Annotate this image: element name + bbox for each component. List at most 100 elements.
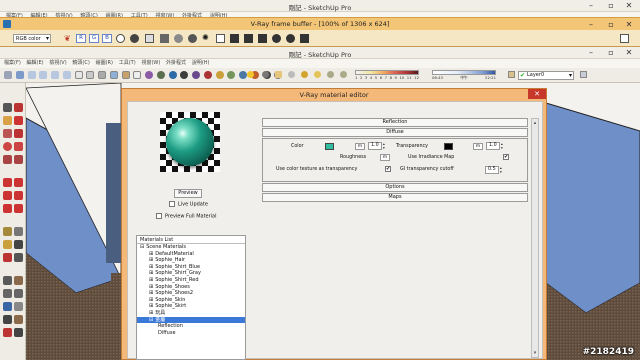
back-minimize-button[interactable]: –: [582, 0, 600, 11]
xray-style-icon[interactable]: [74, 71, 83, 79]
tape-measure-icon[interactable]: [3, 227, 12, 236]
layer-select[interactable]: ✔ Layer0: [518, 71, 574, 80]
options-rollout[interactable]: Options: [262, 183, 528, 192]
reflection-rollout[interactable]: Reflection: [262, 118, 528, 127]
material-tree-item[interactable]: Diffuse: [137, 330, 245, 337]
month-slider[interactable]: 1 2 3 4 5 6 7 8 9 10 11 12: [355, 70, 419, 80]
color-swatch[interactable]: [325, 143, 334, 150]
expand-icon[interactable]: ⊞: [149, 284, 153, 290]
material-tree-item[interactable]: ⊞ Sophie_Shoes2: [137, 290, 245, 297]
layer-panel-icon[interactable]: [580, 71, 587, 78]
position-camera-icon[interactable]: [3, 315, 12, 324]
render-icon[interactable]: [286, 34, 295, 43]
gi-cutoff-spinner[interactable]: 0.5: [485, 166, 503, 174]
material-editor-close-button[interactable]: ✕: [528, 89, 546, 99]
axes-tool-icon[interactable]: [3, 253, 12, 262]
material-tree-item[interactable]: ⊞ Sophie_Skirt: [137, 303, 245, 310]
menu-view[interactable]: 檢視(V): [49, 59, 66, 68]
back-close-button[interactable]: ✕: [620, 0, 638, 11]
vray-light-icon[interactable]: [215, 71, 224, 79]
clear-image-icon[interactable]: [174, 34, 183, 43]
expand-icon[interactable]: ⊞: [149, 310, 153, 316]
right-view-icon[interactable]: [39, 71, 48, 79]
scroll-up-icon[interactable]: ▴: [532, 119, 538, 127]
pan-tool-icon[interactable]: [14, 276, 23, 285]
zoom-window-icon[interactable]: [14, 289, 23, 298]
red-channel-toggle[interactable]: R: [76, 34, 86, 43]
duplicate-vfb-icon[interactable]: [188, 34, 197, 43]
scroll-down-icon[interactable]: ▾: [532, 349, 538, 357]
fog-icon[interactable]: [275, 71, 282, 78]
circle-tool-icon[interactable]: [3, 142, 12, 151]
material-tree-item[interactable]: ⊟ Scene Materials: [137, 244, 245, 251]
omni-light-icon[interactable]: [327, 71, 334, 78]
menu-edit[interactable]: 編輯(E): [27, 59, 44, 68]
stop-render-icon[interactable]: [272, 34, 281, 43]
wireframe-style-icon[interactable]: [86, 71, 95, 79]
fb-close-button[interactable]: ✕: [620, 19, 638, 30]
maps-rollout[interactable]: Maps: [262, 193, 528, 202]
live-update-box[interactable]: [169, 201, 175, 207]
lens-effects-icon[interactable]: [244, 34, 253, 43]
dimension-tool-icon[interactable]: [14, 227, 23, 236]
material-tree-item[interactable]: Reflection: [137, 323, 245, 330]
vray-material-editor-icon[interactable]: [168, 71, 177, 79]
su-minimize-button[interactable]: –: [582, 47, 600, 58]
follow-me-icon[interactable]: [14, 191, 23, 200]
scale-tool-icon[interactable]: [3, 204, 12, 213]
section-plane-icon[interactable]: [3, 328, 12, 337]
sun-icon[interactable]: [247, 71, 254, 78]
make-component-icon[interactable]: [14, 116, 23, 125]
fb-minimize-button[interactable]: –: [582, 19, 600, 30]
color-map-button[interactable]: m: [355, 143, 365, 150]
freehand-tool-icon[interactable]: [14, 155, 23, 164]
shaded-icon[interactable]: [109, 71, 118, 79]
expand-icon[interactable]: ⊞: [149, 290, 153, 296]
textured-icon[interactable]: [121, 71, 130, 79]
collapse-icon[interactable]: ⊟: [149, 317, 153, 323]
material-tree-item[interactable]: ⊞ Sophie_Skin: [137, 297, 245, 304]
material-tree-item[interactable]: ⊞ DefaultMaterial: [137, 251, 245, 258]
look-around-icon[interactable]: [14, 328, 23, 337]
transparency-swatch[interactable]: [444, 143, 453, 150]
preview-full-box[interactable]: [156, 213, 162, 219]
su-close-button[interactable]: ✕: [620, 47, 638, 58]
ies-light-icon[interactable]: [314, 71, 321, 78]
irradiance-map-checkbox[interactable]: ✔: [503, 154, 509, 160]
su-maximize-button[interactable]: ▫: [602, 47, 620, 58]
line-tool-icon[interactable]: [14, 129, 23, 138]
material-tree-item[interactable]: ⊞ Sophie_Shirt_Gray: [137, 270, 245, 277]
history-icon[interactable]: [230, 34, 239, 43]
walk-tool-icon[interactable]: [14, 315, 23, 324]
rectangle-tool-icon[interactable]: [3, 129, 12, 138]
menu-plugins[interactable]: 外掛程式: [166, 59, 186, 68]
channel-select[interactable]: RGB color: [13, 34, 51, 43]
menu-camera[interactable]: 鏡頭(C): [72, 59, 89, 68]
select-tool-icon[interactable]: [3, 103, 12, 112]
push-pull-icon[interactable]: [14, 178, 23, 187]
rotate-tool-icon[interactable]: [3, 191, 12, 200]
expand-icon[interactable]: ⊞: [149, 270, 153, 276]
eraser-tool-icon[interactable]: [14, 103, 23, 112]
menu-file[interactable]: 檔案(F): [4, 59, 21, 68]
paint-bucket-icon[interactable]: [3, 116, 12, 125]
color-texture-transparency-checkbox[interactable]: ✔: [385, 166, 391, 172]
arc-tool-icon[interactable]: [14, 142, 23, 151]
expand-icon[interactable]: ⊞: [149, 303, 153, 309]
zoom-extents-icon[interactable]: [3, 302, 12, 311]
expand-icon[interactable]: ⊞: [149, 264, 153, 270]
color-pick-icon[interactable]: ❦: [64, 34, 71, 43]
time-slider[interactable]: 06:43 中午 22:21: [432, 70, 496, 80]
collapse-icon[interactable]: ⊟: [140, 244, 144, 250]
live-update-checkbox[interactable]: Live Update: [169, 201, 208, 209]
vray-proxy-icon[interactable]: [239, 71, 247, 79]
material-tree-item[interactable]: ⊞ Sophie_Shirt_Blue: [137, 264, 245, 271]
menu-help[interactable]: 說明(H): [192, 59, 210, 68]
vray-rt-icon[interactable]: [180, 71, 189, 79]
vray-fb-icon[interactable]: [192, 71, 200, 79]
transparency-amount-spinner[interactable]: 1.0: [486, 142, 504, 150]
shadow-icon[interactable]: [262, 71, 269, 78]
layer-manager-icon[interactable]: [508, 71, 515, 78]
spot-light-icon[interactable]: [340, 71, 347, 78]
front-view-icon[interactable]: [27, 71, 36, 79]
